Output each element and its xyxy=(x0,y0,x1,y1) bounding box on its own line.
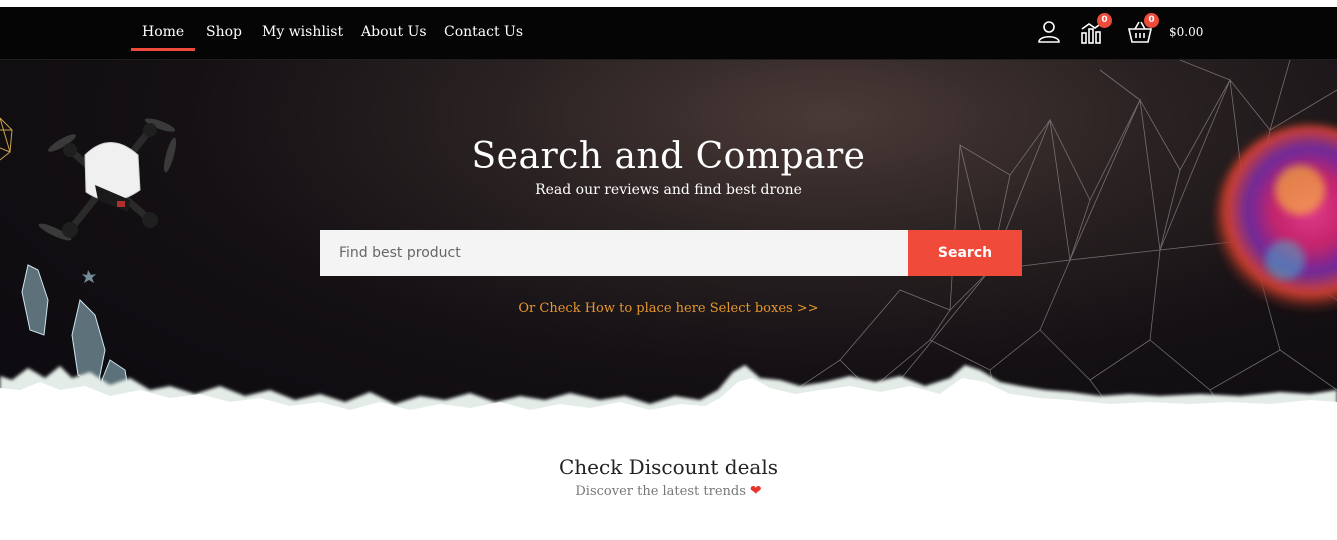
cart-total[interactable]: $0.00 xyxy=(1169,7,1203,59)
search-input[interactable] xyxy=(320,230,908,276)
hero-subtitle: Read our reviews and find best drone xyxy=(535,182,802,198)
hero-title: Search and Compare xyxy=(471,136,866,177)
nav-contact-us[interactable]: Contact Us xyxy=(444,7,523,59)
cart-count-badge: 0 xyxy=(1144,13,1159,28)
select-boxes-link[interactable]: Or Check How to place here Select boxes … xyxy=(0,301,1337,316)
deals-subtitle-text: Discover the latest trends xyxy=(575,484,746,499)
basket-icon xyxy=(1127,21,1153,49)
account-button[interactable] xyxy=(1036,19,1066,47)
compare-count-badge: 0 xyxy=(1097,13,1112,28)
top-navbar: Home Shop My wishlist About Us Contact U… xyxy=(0,7,1337,60)
heart-icon: ❤ xyxy=(749,483,762,499)
search-button[interactable]: Search xyxy=(908,230,1022,276)
nav-my-wishlist[interactable]: My wishlist xyxy=(262,7,343,59)
compare-button[interactable]: 0 xyxy=(1080,13,1112,49)
deals-subtitle: Discover the latest trends ❤ xyxy=(0,483,1337,499)
nav-home[interactable]: Home xyxy=(130,7,196,59)
nav-shop[interactable]: Shop xyxy=(206,7,242,59)
nav-about-us[interactable]: About Us xyxy=(361,7,427,59)
cart-button[interactable]: 0 xyxy=(1127,13,1159,49)
top-strip xyxy=(0,0,1337,7)
compare-chart-icon xyxy=(1080,21,1106,49)
user-icon xyxy=(1036,21,1062,49)
drone-illustration xyxy=(38,118,177,241)
deals-title: Check Discount deals xyxy=(558,455,778,479)
hero-banner: Search and Compare Read our reviews and … xyxy=(0,60,1337,440)
